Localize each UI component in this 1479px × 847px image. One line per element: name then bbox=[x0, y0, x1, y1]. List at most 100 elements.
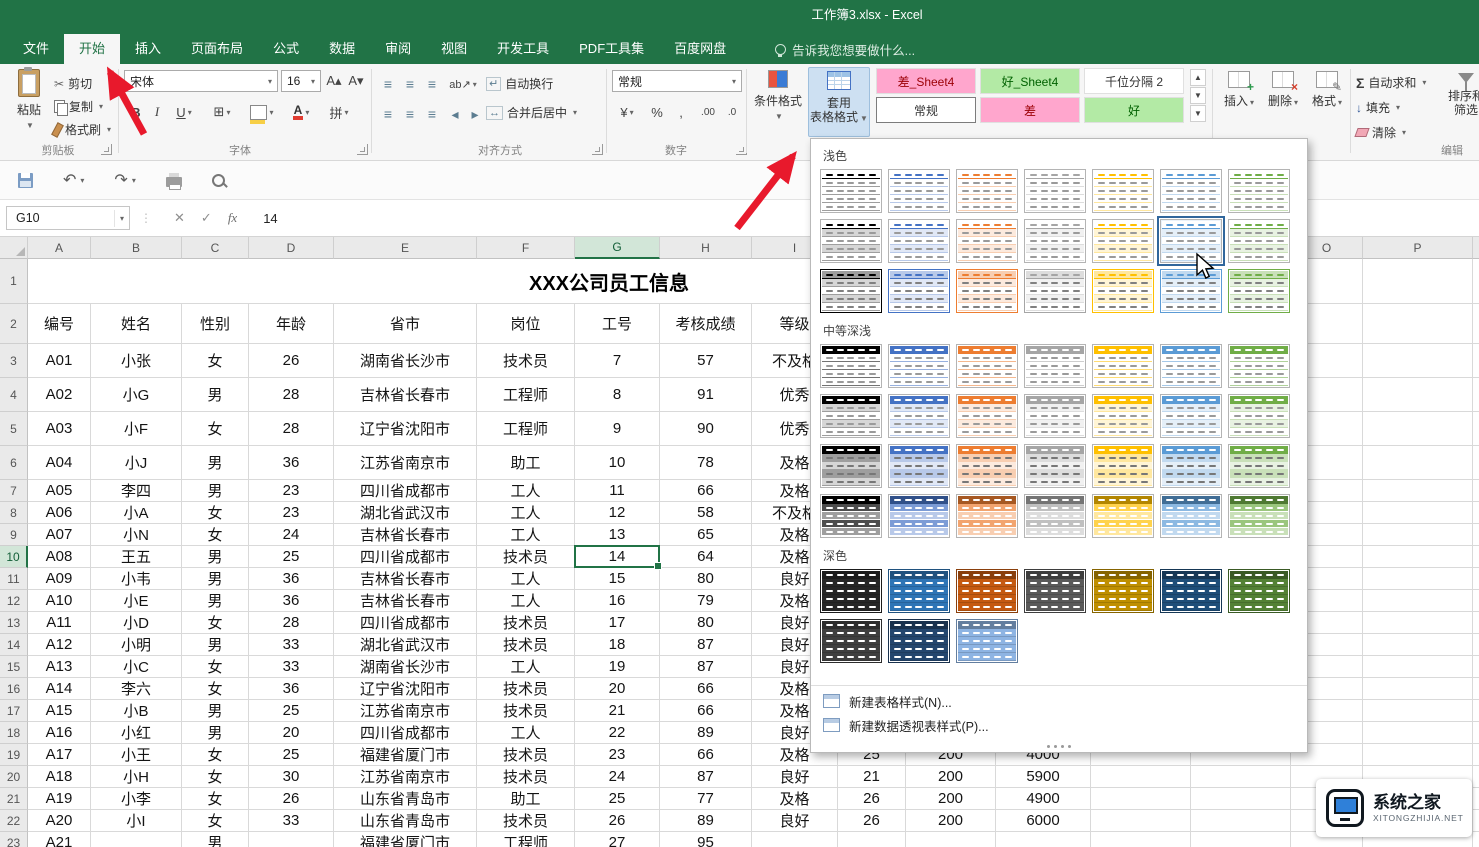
grid-cell[interactable]: 87 bbox=[660, 656, 752, 678]
tell-me-box[interactable]: 告诉我您想要做什么... bbox=[775, 34, 915, 64]
grid-cell[interactable] bbox=[1091, 832, 1191, 847]
grid-cell[interactable] bbox=[1363, 656, 1473, 678]
table-style-thumbnail[interactable] bbox=[1092, 569, 1154, 613]
grid-cell[interactable]: 小明 bbox=[91, 634, 182, 656]
font-name-combo[interactable]: 宋体▾ bbox=[124, 70, 278, 92]
row-header-19[interactable]: 19 bbox=[0, 744, 28, 766]
grid-cell[interactable]: 10 bbox=[575, 446, 660, 480]
grid-cell[interactable]: 15 bbox=[575, 568, 660, 590]
sort-filter-button[interactable]: 排序和筛选 bbox=[1444, 67, 1479, 135]
grid-cell[interactable]: 技术员 bbox=[477, 634, 575, 656]
grid-cell[interactable]: A15 bbox=[28, 700, 91, 722]
grid-cell[interactable]: 25 bbox=[249, 700, 334, 722]
table-style-thumbnail[interactable] bbox=[820, 569, 882, 613]
grid-cell[interactable]: 助工 bbox=[477, 788, 575, 810]
table-style-thumbnail[interactable] bbox=[1228, 444, 1290, 488]
grid-cell[interactable]: A04 bbox=[28, 446, 91, 480]
grid-cell[interactable] bbox=[1363, 722, 1473, 744]
increase-indent-button[interactable]: ▸ bbox=[466, 102, 484, 126]
grid-cell[interactable]: 工人 bbox=[477, 524, 575, 546]
save-button[interactable] bbox=[18, 173, 33, 188]
grid-cell[interactable] bbox=[1473, 502, 1479, 524]
row-header-9[interactable]: 9 bbox=[0, 524, 28, 546]
grid-cell[interactable]: 男 bbox=[182, 590, 249, 612]
grid-cell[interactable] bbox=[1191, 832, 1291, 847]
row-header-15[interactable]: 15 bbox=[0, 656, 28, 678]
grid-cell[interactable] bbox=[1363, 480, 1473, 502]
table-style-thumbnail[interactable] bbox=[1160, 269, 1222, 313]
grid-cell[interactable]: A01 bbox=[28, 344, 91, 378]
grid-cell[interactable]: 编号 bbox=[28, 304, 91, 344]
grid-cell[interactable]: A05 bbox=[28, 480, 91, 502]
grid-cell[interactable]: 工人 bbox=[477, 502, 575, 524]
number-format-combo[interactable]: 常规▾ bbox=[612, 70, 742, 92]
grid-cell[interactable]: A14 bbox=[28, 678, 91, 700]
table-style-thumbnail[interactable] bbox=[1024, 344, 1086, 388]
table-style-thumbnail[interactable] bbox=[1228, 394, 1290, 438]
grid-cell[interactable] bbox=[1473, 568, 1479, 590]
currency-format-button[interactable]: ¥▾ bbox=[612, 100, 642, 124]
comma-format-button[interactable]: , bbox=[670, 100, 692, 124]
resize-gripper[interactable] bbox=[811, 740, 1307, 752]
grid-cell[interactable]: 湖南省长沙市 bbox=[334, 656, 477, 678]
cell-style-chip[interactable]: 千位分隔 2 bbox=[1084, 68, 1184, 94]
table-style-thumbnail[interactable] bbox=[956, 219, 1018, 263]
table-style-thumbnail[interactable] bbox=[956, 269, 1018, 313]
grid-cell[interactable]: 小张 bbox=[91, 344, 182, 378]
grid-cell[interactable]: 小G bbox=[91, 378, 182, 412]
table-style-thumbnail[interactable] bbox=[956, 619, 1018, 663]
column-header-G[interactable]: G bbox=[575, 237, 660, 259]
table-style-thumbnail[interactable] bbox=[820, 494, 882, 538]
grid-cell[interactable]: 辽宁省沈阳市 bbox=[334, 678, 477, 700]
format-painter-button[interactable]: 格式刷▾ bbox=[54, 119, 111, 140]
grid-cell[interactable]: 36 bbox=[249, 568, 334, 590]
grid-cell[interactable]: 36 bbox=[249, 590, 334, 612]
grid-cell[interactable]: 技术员 bbox=[477, 766, 575, 788]
column-header-C[interactable]: C bbox=[182, 237, 249, 259]
grid-cell[interactable] bbox=[1473, 259, 1479, 304]
grid-cell[interactable]: 28 bbox=[249, 612, 334, 634]
table-style-thumbnail[interactable] bbox=[956, 394, 1018, 438]
grid-cell[interactable]: 男 bbox=[182, 546, 249, 568]
conditional-formatting-button[interactable]: 条件格式▼ bbox=[750, 67, 806, 135]
grid-cell[interactable] bbox=[752, 832, 838, 847]
align-top-button[interactable]: ≡ bbox=[378, 72, 398, 96]
grid-cell[interactable]: 200 bbox=[906, 810, 996, 832]
grid-cell[interactable] bbox=[1191, 766, 1291, 788]
grid-cell[interactable] bbox=[1191, 788, 1291, 810]
grid-cell[interactable]: 23 bbox=[249, 480, 334, 502]
table-style-thumbnail[interactable] bbox=[1024, 569, 1086, 613]
grid-cell[interactable]: 28 bbox=[249, 412, 334, 446]
grid-cell[interactable]: 男 bbox=[182, 446, 249, 480]
grid-cell[interactable] bbox=[1473, 546, 1479, 568]
grid-cell[interactable]: 66 bbox=[660, 744, 752, 766]
grid-cell[interactable] bbox=[1473, 766, 1479, 788]
grid-cell[interactable]: 吉林省长春市 bbox=[334, 568, 477, 590]
fill-button[interactable]: ↓填充▾ bbox=[1356, 97, 1400, 118]
grid-cell[interactable]: 17 bbox=[575, 612, 660, 634]
row-header-21[interactable]: 21 bbox=[0, 788, 28, 810]
cell-style-chip[interactable]: 常规 bbox=[876, 97, 976, 123]
table-style-thumbnail[interactable] bbox=[888, 269, 950, 313]
grid-cell[interactable]: 技术员 bbox=[477, 344, 575, 378]
row-header-6[interactable]: 6 bbox=[0, 446, 28, 480]
grid-cell[interactable]: 80 bbox=[660, 612, 752, 634]
row-header-4[interactable]: 4 bbox=[0, 378, 28, 412]
grid-cell[interactable]: 良好 bbox=[752, 766, 838, 788]
grid-cell[interactable]: 李四 bbox=[91, 480, 182, 502]
undo-button[interactable]: ↶▾ bbox=[63, 170, 84, 190]
cell-style-chip[interactable]: 好 bbox=[1084, 97, 1184, 123]
grid-cell[interactable]: 33 bbox=[249, 656, 334, 678]
table-style-thumbnail[interactable] bbox=[888, 219, 950, 263]
grid-cell[interactable] bbox=[1363, 744, 1473, 766]
tab-视图[interactable]: 视图 bbox=[426, 34, 482, 64]
grid-cell[interactable] bbox=[1363, 259, 1473, 304]
grid-cell[interactable]: A16 bbox=[28, 722, 91, 744]
grid-cell[interactable] bbox=[1473, 832, 1479, 847]
grid-cell[interactable] bbox=[1363, 700, 1473, 722]
cell-style-chip[interactable]: 好_Sheet4 bbox=[980, 68, 1080, 94]
grid-cell[interactable]: A11 bbox=[28, 612, 91, 634]
grid-cell[interactable]: A20 bbox=[28, 810, 91, 832]
grid-cell[interactable]: A08 bbox=[28, 546, 91, 568]
tab-数据[interactable]: 数据 bbox=[314, 34, 370, 64]
